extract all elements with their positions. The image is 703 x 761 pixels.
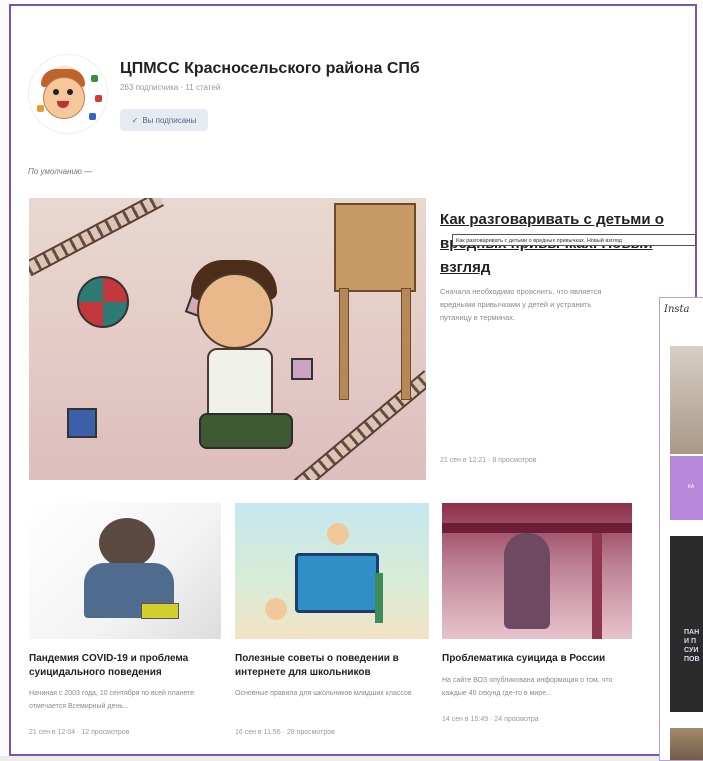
child-illustration [265, 598, 287, 620]
monitor-illustration [295, 553, 379, 613]
group-name[interactable]: ЦПМСС Красносельского района СПб [120, 60, 420, 78]
book-illustration [141, 603, 179, 619]
child-illustration [327, 523, 349, 545]
featured-article-image[interactable] [29, 198, 426, 480]
instagram-widget[interactable]: Insta КА ПАН И П СУИ ПОВ [659, 297, 703, 761]
instagram-post-thumbnail[interactable] [670, 346, 703, 454]
subscribed-button[interactable]: ✓ Вы подписаны [120, 109, 208, 131]
left-edge [0, 0, 9, 761]
cable-illustration [375, 573, 383, 623]
toy-block [67, 408, 97, 438]
avatar-eye [53, 89, 59, 95]
instagram-post-label: ПАН И П СУИ ПОВ [684, 629, 700, 663]
avatar-decoration [37, 105, 44, 112]
table-leg [339, 288, 349, 400]
instagram-post-label: КА [688, 484, 695, 490]
table-illustration [334, 203, 416, 292]
instagram-post-thumbnail[interactable] [670, 728, 703, 760]
avatar-face [43, 77, 85, 119]
instagram-post-thumbnail[interactable]: КА [670, 456, 703, 520]
boy-head [197, 273, 273, 349]
article-description: Начиная с 2003 года, 10 сентября по всей… [29, 690, 195, 710]
person-silhouette [504, 533, 550, 629]
instagram-header: Insta [664, 304, 690, 315]
article-meta: 16 сен в 11:56 · 28 просмотров [235, 729, 335, 736]
featured-article-description: Сначала необходимо прояснить, что являет… [440, 287, 602, 322]
toy-block [291, 358, 313, 380]
avatar-eye [67, 89, 73, 95]
avatar-decoration [95, 95, 102, 102]
article-title[interactable]: Проблематика суицида в России [442, 652, 634, 666]
ball-illustration [77, 276, 129, 328]
article-meta: 21 сен в 12:04 · 12 просмотров [29, 729, 130, 736]
title-tooltip: Как разговаривать с детьми о вредных при… [452, 234, 696, 246]
featured-article-meta: 21 сен в 12:21 · 8 просмотров [440, 457, 537, 464]
avatar-decoration [91, 75, 98, 82]
table-leg [401, 288, 411, 400]
article-description: Основные правила для школьников младших … [235, 690, 412, 697]
article-meta: 14 сен в 15:49 · 24 просмотра [442, 716, 539, 723]
boy-body [207, 348, 273, 422]
article-card-image[interactable] [442, 503, 632, 639]
head-illustration [99, 518, 155, 568]
subscribed-button-label: Вы подписаны [142, 115, 197, 125]
article-title[interactable]: Пандемия COVID-19 и проблема суицидально… [29, 652, 221, 680]
boy-legs [199, 413, 293, 449]
article-card-image[interactable] [29, 503, 221, 639]
instagram-post-thumbnail[interactable]: ПАН И П СУИ ПОВ [670, 536, 703, 712]
sort-dropdown[interactable]: По умолчанию — [28, 167, 92, 176]
tram-rail-illustration [442, 523, 632, 533]
article-title[interactable]: Полезные советы о поведении в интернете … [235, 652, 427, 680]
group-avatar[interactable] [28, 54, 108, 134]
toy-railway [29, 198, 164, 277]
article-description: На сайте ВОЗ опубликована информация о т… [442, 677, 613, 697]
avatar-decoration [89, 113, 96, 120]
group-meta: 263 подписчика · 11 статей [120, 83, 221, 92]
bottom-scroll-edge [0, 756, 703, 761]
check-icon: ✓ [131, 115, 139, 125]
article-card-image[interactable] [235, 503, 429, 639]
seat-illustration [592, 533, 602, 639]
